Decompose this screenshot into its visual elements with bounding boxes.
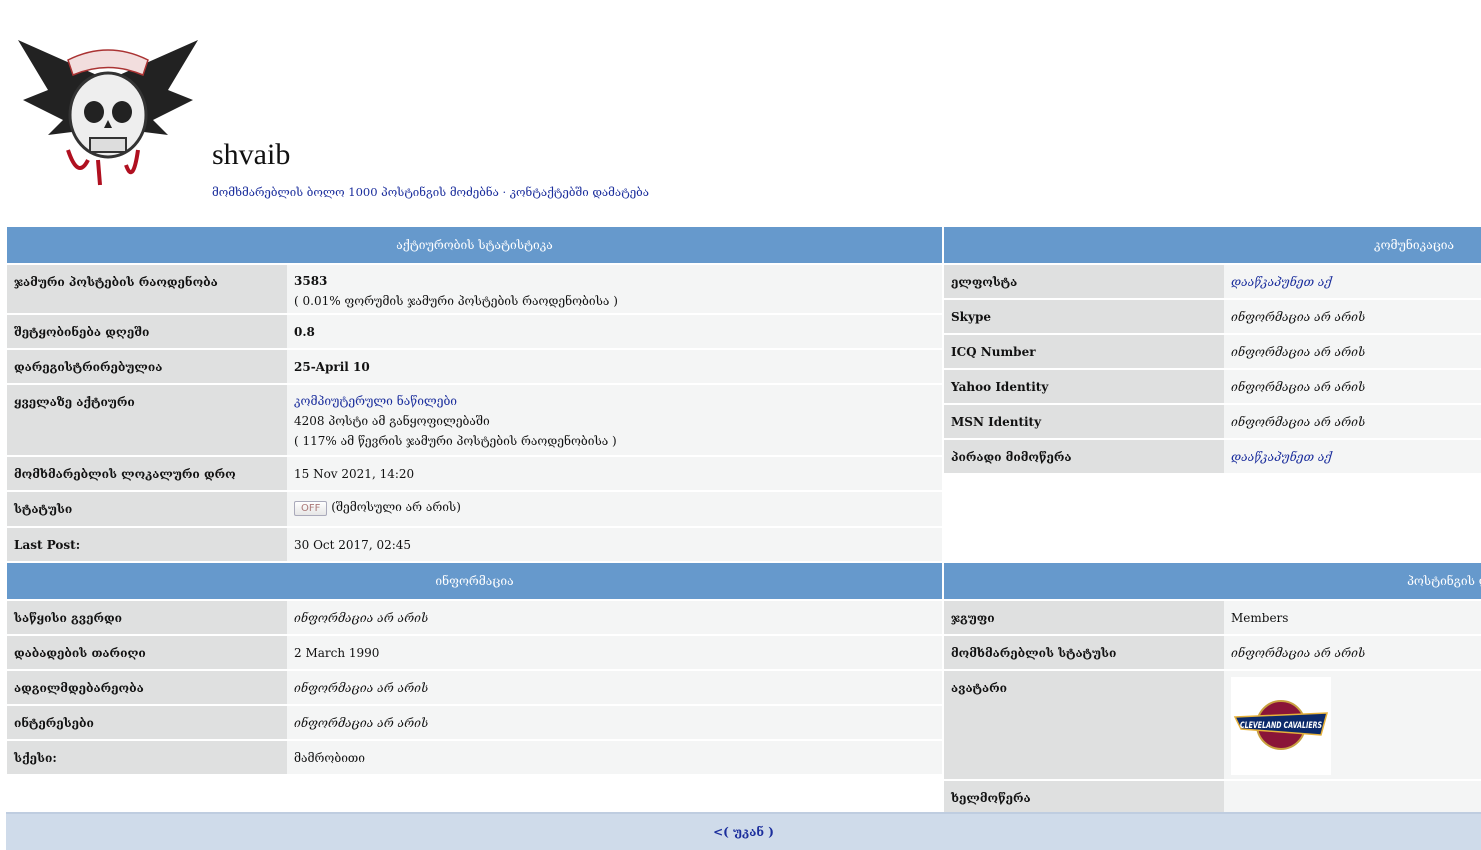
private-message-link[interactable]: დააწკაპუნეთ აქ	[1231, 450, 1332, 464]
table-row: დაბადების თარიღი 2 March 1990	[7, 635, 942, 671]
interests-value: ინფორმაცია არ არის	[287, 705, 942, 741]
row-label: MSN Identity	[944, 404, 1224, 440]
most-active-percent: ( 117% ამ წევრის ჯამური პოსტების რაოდენო…	[294, 434, 617, 448]
row-label: მომხმარებლის ლოკალური დრო	[7, 456, 287, 492]
table-row: ICQ Number ინფორმაცია არ არის	[944, 334, 1481, 370]
row-label: ადგილმდებარეობა	[7, 670, 287, 706]
table-row: Yahoo Identity ინფორმაცია არ არის	[944, 369, 1481, 405]
table-row: სტატუსი OFF (შემოსული არ არის)	[7, 491, 942, 528]
table-row: ელფოსტა დააწკაპუნეთ აქ	[944, 264, 1481, 300]
communication-header: კომუნიკაცია	[944, 227, 1481, 265]
group-value: Members	[1224, 600, 1481, 636]
last-post-value: 30 Oct 2017, 02:45	[287, 527, 942, 563]
row-label: Skype	[944, 299, 1224, 335]
footer-bar: <( უკან )	[6, 812, 1481, 850]
information-table: ინფორმაცია საწყისი გვერდი ინფორმაცია არ …	[7, 563, 942, 776]
offline-badge: OFF	[294, 501, 328, 516]
posts-per-day-value: 0.8	[287, 314, 942, 350]
msn-value: ინფორმაცია არ არის	[1224, 404, 1481, 440]
registered-value: 25-April 10	[287, 349, 942, 385]
separator: ·	[502, 185, 507, 199]
row-label: ავატარი	[944, 670, 1224, 781]
row-label: Last Post:	[7, 527, 287, 563]
activity-stats-header: აქტიურობის სტატისტიკა	[7, 227, 942, 265]
back-link[interactable]: <( უკან )	[713, 825, 774, 839]
row-label: ხელმოწერა	[944, 780, 1224, 816]
table-row: მომხმარებლის სტატუსი ინფორმაცია არ არის	[944, 635, 1481, 671]
row-label: სტატუსი	[7, 491, 287, 528]
row-label: დარეგისტრირებულია	[7, 349, 287, 385]
homepage-value: ინფორმაცია არ არის	[287, 600, 942, 636]
table-row: ჯგუფი Members	[944, 600, 1481, 636]
row-label: პირადი მიმოწერა	[944, 439, 1224, 475]
profile-header: shvaib მომხმარებლის ბოლო 1000 პოსტინგის …	[0, 0, 1481, 220]
table-row: საწყისი გვერდი ინფორმაცია არ არის	[7, 600, 942, 636]
signature-value	[1224, 780, 1481, 816]
profile-links: მომხმარებლის ბოლო 1000 პოსტინგის მოძებნა…	[212, 185, 649, 199]
skull-wings-logo	[18, 40, 198, 186]
table-row: სქესი: მამრობითი	[7, 740, 942, 776]
birthday-value: 2 March 1990	[287, 635, 942, 671]
table-row: ადგილმდებარეობა ინფორმაცია არ არის	[7, 670, 942, 706]
username: shvaib	[212, 138, 291, 171]
add-contact-link[interactable]: კონტაქტებში დამატება	[510, 185, 649, 199]
status-value: (შემოსული არ არის)	[331, 500, 461, 514]
gender-value: მამრობითი	[287, 740, 942, 776]
total-posts-value: 3583	[294, 274, 328, 288]
user-status-value: ინფორმაცია არ არის	[1224, 635, 1481, 671]
activity-stats-table: აქტიურობის სტატისტიკა ჯამური პოსტების რა…	[7, 227, 942, 563]
row-label: დაბადების თარიღი	[7, 635, 287, 671]
yahoo-value: ინფორმაცია არ არის	[1224, 369, 1481, 405]
total-posts-percent: ( 0.01% ფორუმის ჯამური პოსტების რაოდენობ…	[294, 294, 618, 308]
table-row: Skype ინფორმაცია არ არის	[944, 299, 1481, 335]
row-label: სქესი:	[7, 740, 287, 776]
table-row: მომხმარებლის ლოკალური დრო 15 Nov 2021, 1…	[7, 456, 942, 492]
avatar-cavaliers-logo: CLEVELAND CAVALIERS	[1231, 677, 1331, 775]
avatar-logo-text: CLEVELAND CAVALIERS	[1240, 721, 1322, 731]
table-row: შეტყობინება დღეში 0.8	[7, 314, 942, 350]
table-row: ავატარი CLEVELAND CAVALIERS	[944, 670, 1481, 781]
row-label: ინტერესები	[7, 705, 287, 741]
icq-value: ინფორმაცია არ არის	[1224, 334, 1481, 370]
posting-details-header: პოსტინგის დეტალები	[944, 563, 1481, 601]
posting-details-table: პოსტინგის დეტალები ჯგუფი Members მომხმარ…	[944, 563, 1481, 816]
row-label: ყველაზე აქტიური	[7, 384, 287, 457]
row-label: ელფოსტა	[944, 264, 1224, 300]
local-time-value: 15 Nov 2021, 14:20	[287, 456, 942, 492]
location-value: ინფორმაცია არ არის	[287, 670, 942, 706]
row-label: შეტყობინება დღეში	[7, 314, 287, 350]
table-row: ინტერესები ინფორმაცია არ არის	[7, 705, 942, 741]
table-row: დარეგისტრირებულია 25-April 10	[7, 349, 942, 385]
skype-value: ინფორმაცია არ არის	[1224, 299, 1481, 335]
table-row: ჯამური პოსტების რაოდენობა 3583 ( 0.01% ფ…	[7, 264, 942, 315]
communication-table: კომუნიკაცია ელფოსტა დააწკაპუნეთ აქ Skype…	[944, 227, 1481, 475]
row-label: მომხმარებლის სტატუსი	[944, 635, 1224, 671]
email-link[interactable]: დააწკაპუნეთ აქ	[1231, 275, 1332, 289]
row-label: Yahoo Identity	[944, 369, 1224, 405]
table-row: პირადი მიმოწერა დააწკაპუნეთ აქ	[944, 439, 1481, 475]
row-label: საწყისი გვერდი	[7, 600, 287, 636]
most-active-forum-link[interactable]: კომპიუტერული ნაწილები	[294, 394, 457, 408]
row-label: ჯგუფი	[944, 600, 1224, 636]
row-label: ჯამური პოსტების რაოდენობა	[7, 264, 287, 315]
find-posts-link[interactable]: მომხმარებლის ბოლო 1000 პოსტინგის მოძებნა	[212, 185, 499, 199]
most-active-posts: 4208 პოსტი ამ განყოფილებაში	[294, 414, 490, 428]
table-row: Last Post: 30 Oct 2017, 02:45	[7, 527, 942, 563]
table-row: ხელმოწერა	[944, 780, 1481, 816]
information-header: ინფორმაცია	[7, 563, 942, 601]
table-row: ყველაზე აქტიური კომპიუტერული ნაწილები 42…	[7, 384, 942, 457]
row-label: ICQ Number	[944, 334, 1224, 370]
table-row: MSN Identity ინფორმაცია არ არის	[944, 404, 1481, 440]
